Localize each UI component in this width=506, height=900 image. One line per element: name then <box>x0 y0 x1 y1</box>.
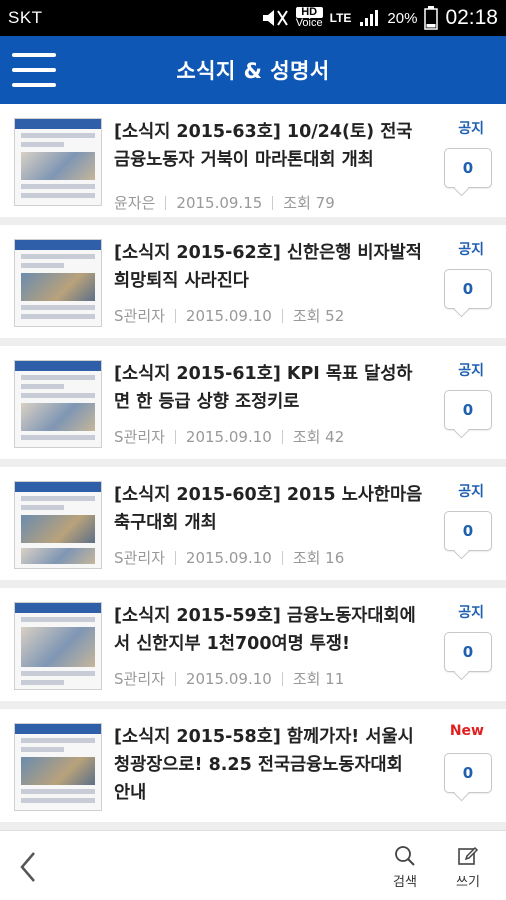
post-meta: S관리자 2015.09.10 조회 16 <box>114 547 344 568</box>
hamburger-icon[interactable] <box>12 51 56 89</box>
battery-icon <box>424 6 439 30</box>
search-icon <box>395 846 415 866</box>
voice-label: Voice <box>295 17 323 29</box>
post-views: 조회 79 <box>283 194 335 212</box>
post-title: [소식지 2015-58호] 함께가자! 서울시청광장으로! 8.25 전국금융… <box>114 727 414 803</box>
page-title: 소식지 & 성명서 <box>176 59 330 83</box>
post-author: S관리자 <box>114 549 165 567</box>
comment-count[interactable]: 0 <box>444 632 492 672</box>
notice-badge: 공지 <box>458 121 484 137</box>
status-icons: HD Voice LTE 20% 02:18 <box>261 6 498 30</box>
write-label: 쓰기 <box>456 875 480 890</box>
network-type: LTE <box>329 10 352 25</box>
post-meta: S관리자 2015.09.10 조회 52 <box>114 305 344 326</box>
list-item[interactable]: [소식지 2015-63호] 10/24(토) 전국금융노동자 거북이 마라톤대… <box>0 104 506 217</box>
post-meta: S관리자 2015.09.10 조회 11 <box>114 668 344 689</box>
post-author: S관리자 <box>114 307 165 325</box>
post-title: [소식지 2015-61호] KPI 목표 달성하면 한 등급 상향 조정키로 <box>114 364 413 412</box>
post-date: 2015.09.10 <box>185 306 272 325</box>
signal-icon <box>360 10 379 26</box>
post-meta: S관리자 2015.09.10 조회 42 <box>114 426 344 447</box>
comment-count[interactable]: 0 <box>444 511 492 551</box>
comment-count[interactable]: 0 <box>444 148 492 188</box>
carrier-name: SKT <box>8 8 43 27</box>
battery-percent: 20% <box>387 9 418 27</box>
notice-badge: 공지 <box>458 605 484 621</box>
thumbnail-image <box>14 723 102 811</box>
list-item[interactable]: [소식지 2015-61호] KPI 목표 달성하면 한 등급 상향 조정키로 … <box>0 346 506 459</box>
search-button[interactable]: 검색 <box>385 845 425 890</box>
post-views: 조회 42 <box>292 428 345 446</box>
write-button[interactable]: 쓰기 <box>448 845 488 890</box>
post-date: 2015.09.10 <box>185 427 272 446</box>
thumbnail-image <box>14 239 102 327</box>
post-author: S관리자 <box>114 670 165 688</box>
notice-badge: 공지 <box>458 484 484 500</box>
post-author: S관리자 <box>114 428 165 446</box>
list-item[interactable]: [소식지 2015-59호] 금융노동자대회에서 신한지부 1천700여명 투쟁… <box>0 588 506 701</box>
comment-count[interactable]: 0 <box>444 390 492 430</box>
bottom-toolbar: 검색 쓰기 <box>0 830 506 900</box>
list-item[interactable]: [소식지 2015-58호] 함께가자! 서울시청광장으로! 8.25 전국금융… <box>0 709 506 822</box>
post-title: [소식지 2015-62호] 신한은행 비자발적 희망퇴직 사라진다 <box>114 243 422 291</box>
thumbnail-image <box>14 118 102 206</box>
hd-voice-indicator: HD Voice <box>295 7 323 29</box>
post-list: [소식지 2015-63호] 10/24(토) 전국금융노동자 거북이 마라톤대… <box>0 104 506 830</box>
post-author: 윤자은 <box>114 194 156 212</box>
thumbnail-image <box>14 602 102 690</box>
app-bar: 소식지 & 성명서 <box>0 36 506 104</box>
edit-icon <box>458 846 479 865</box>
post-date: 2015.09.15 <box>176 193 263 212</box>
chevron-left-icon[interactable] <box>14 849 44 885</box>
notice-badge: 공지 <box>458 363 484 379</box>
post-meta: 윤자은 2015.09.15 조회 79 <box>114 192 335 213</box>
post-title: [소식지 2015-59호] 금융노동자대회에서 신한지부 1천700여명 투쟁… <box>114 606 416 654</box>
comment-count[interactable]: 0 <box>444 269 492 309</box>
search-label: 검색 <box>393 875 417 890</box>
new-badge: New <box>449 723 484 739</box>
post-date: 2015.09.10 <box>185 548 272 567</box>
clock: 02:18 <box>445 6 498 29</box>
comment-count[interactable]: 0 <box>444 753 492 793</box>
status-bar: SKT HD Voice LTE 20% 02:18 <box>0 0 506 36</box>
notice-badge: 공지 <box>458 242 484 258</box>
post-title: [소식지 2015-63호] 10/24(토) 전국금융노동자 거북이 마라톤대… <box>114 122 413 170</box>
post-title: [소식지 2015-60호] 2015 노사한마음 축구대회 개최 <box>114 485 423 533</box>
mute-icon <box>262 10 288 26</box>
list-item[interactable]: [소식지 2015-60호] 2015 노사한마음 축구대회 개최 S관리자 2… <box>0 467 506 580</box>
thumbnail-image <box>14 360 102 448</box>
post-date: 2015.09.10 <box>185 669 272 688</box>
post-views: 조회 52 <box>292 307 345 325</box>
thumbnail-image <box>14 481 102 569</box>
list-item[interactable]: [소식지 2015-62호] 신한은행 비자발적 희망퇴직 사라진다 S관리자 … <box>0 225 506 338</box>
post-views: 조회 11 <box>292 670 345 688</box>
post-views: 조회 16 <box>292 549 345 567</box>
